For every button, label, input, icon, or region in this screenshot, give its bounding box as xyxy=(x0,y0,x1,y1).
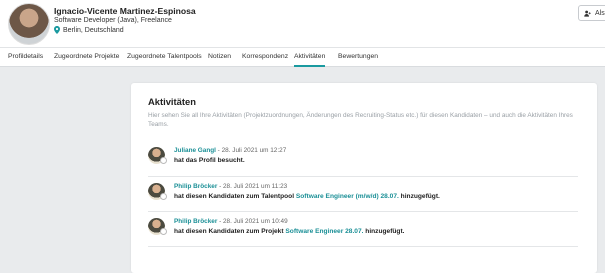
activities-card: Aktivitäten Hier sehen Sie all Ihre Akti… xyxy=(131,83,597,273)
user-badge-icon xyxy=(160,228,167,235)
activity-timestamp: - 28. Juli 2021 um 11:23 xyxy=(217,183,288,190)
activity-text: hat das Profil besucht. xyxy=(174,157,245,164)
activity-meta: Philip Bröcker - 28. Juli 2021 um 11:23 xyxy=(174,183,287,190)
divider xyxy=(148,176,578,177)
activity-text-before: hat diesen Kandidaten zum Projekt xyxy=(174,228,286,235)
tab-zugeordnete-projekte[interactable]: Zugeordnete Projekte xyxy=(54,48,119,67)
profile-avatar xyxy=(8,3,50,45)
tab-korrespondenz[interactable]: Korrespondenz xyxy=(242,48,288,67)
profile-tabs: Profildetails Zugeordnete Projekte Zugeo… xyxy=(0,47,605,67)
activity-meta: Philip Bröcker - 28. Juli 2021 um 10:49 xyxy=(174,218,288,225)
profile-role: Software Developer (Java), Freelance xyxy=(54,17,172,24)
tab-aktivitaeten[interactable]: Aktivitäten xyxy=(294,48,326,67)
activity-timestamp: - 28. Juli 2021 um 12:27 xyxy=(215,147,287,154)
location-label: Berlin, Deutschland xyxy=(63,26,124,34)
profile-location: Berlin, Deutschland xyxy=(54,26,124,34)
tab-zugeordnete-talentpools[interactable]: Zugeordnete Talentpools xyxy=(127,48,202,67)
tab-notizen[interactable]: Notizen xyxy=(208,48,231,67)
project-link[interactable]: Software Engineer 28.07. xyxy=(285,228,363,235)
location-pin-icon xyxy=(54,26,60,34)
activity-user-link[interactable]: Juliane Gangl xyxy=(174,147,216,154)
activity-text: hat diesen Kandidaten zum Projekt Softwa… xyxy=(174,228,404,235)
tab-profildetails[interactable]: Profildetails xyxy=(8,48,43,67)
divider xyxy=(148,246,578,247)
eye-icon xyxy=(160,157,167,164)
activity-user-link[interactable]: Philip Bröcker xyxy=(174,183,217,190)
activity-text-before: hat das Profil besucht. xyxy=(174,157,245,164)
activities-title: Aktivitäten xyxy=(148,96,196,107)
divider xyxy=(148,211,578,212)
activity-item: Philip Bröcker - 28. Juli 2021 um 10:49 … xyxy=(148,218,578,244)
activities-description: Hier sehen Sie all Ihre Aktivitäten (Pro… xyxy=(148,112,573,128)
activity-text-after: hinzugefügt. xyxy=(398,193,440,200)
tab-bewertungen[interactable]: Bewertungen xyxy=(338,48,378,67)
activity-user-link[interactable]: Philip Bröcker xyxy=(174,218,217,225)
activity-text-after: hinzugefügt. xyxy=(363,228,405,235)
activity-text: hat diesen Kandidaten zum Talentpool Sof… xyxy=(174,193,440,200)
header-action-button[interactable]: Als xyxy=(578,5,605,21)
user-badge-icon xyxy=(160,193,167,200)
profile-header: Ignacio-Vicente Martinez-Espinosa Softwa… xyxy=(0,0,605,47)
activity-item: Philip Bröcker - 28. Juli 2021 um 11:23 … xyxy=(148,183,578,209)
user-plus-icon xyxy=(584,10,591,17)
activity-text-before: hat diesen Kandidaten zum Talentpool xyxy=(174,193,296,200)
activity-item: Juliane Gangl - 28. Juli 2021 um 12:27 h… xyxy=(148,147,578,173)
talentpool-link[interactable]: Software Engineer (m/w/d) 28.07. xyxy=(296,193,399,200)
header-action-label: Als xyxy=(595,9,605,17)
activity-meta: Juliane Gangl - 28. Juli 2021 um 12:27 xyxy=(174,147,286,154)
activity-timestamp: - 28. Juli 2021 um 10:49 xyxy=(217,218,288,225)
profile-name: Ignacio-Vicente Martinez-Espinosa xyxy=(54,6,196,16)
